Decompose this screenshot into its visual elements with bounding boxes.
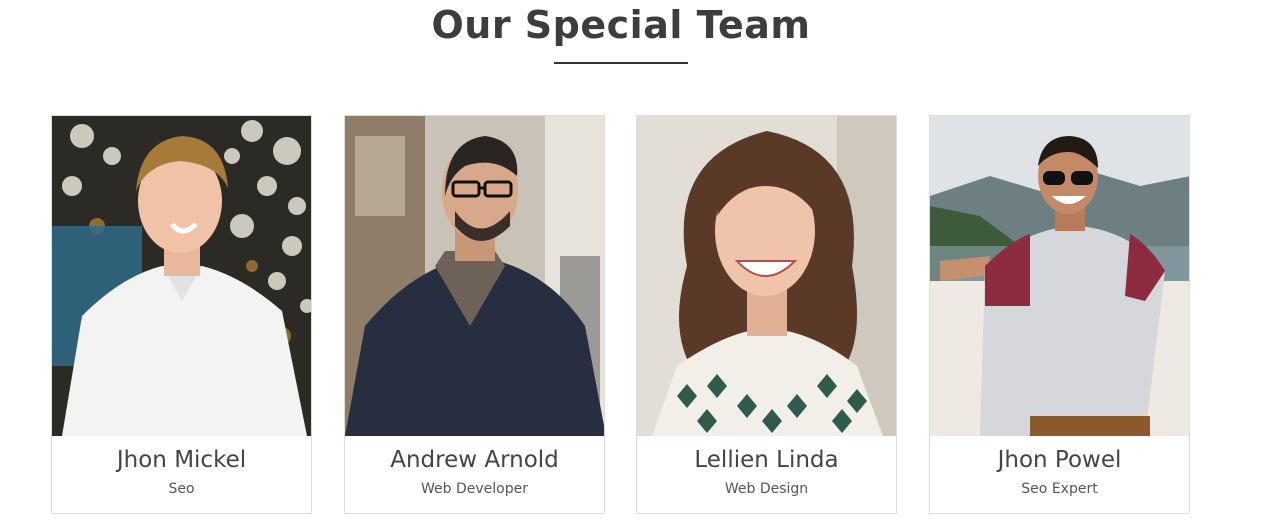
member-photo — [52, 116, 311, 436]
member-role: Web Developer — [421, 481, 528, 497]
team-card[interactable]: Andrew Arnold Web Developer — [344, 115, 605, 514]
team-card[interactable]: Jhon Powel Seo Expert — [929, 115, 1190, 514]
team-card[interactable]: Lellien Linda Web Design — [636, 115, 897, 514]
member-name: Jhon Powel — [997, 447, 1122, 473]
member-role: Seo Expert — [1021, 481, 1098, 497]
member-photo — [637, 116, 896, 436]
member-name: Andrew Arnold — [390, 447, 559, 473]
member-role: Web Design — [724, 481, 809, 497]
member-photo — [345, 116, 604, 436]
member-photo — [930, 116, 1189, 436]
member-role: Seo — [168, 481, 195, 497]
section-title: Our Special Team — [431, 3, 811, 47]
team-card[interactable]: Jhon Mickel Seo — [51, 115, 312, 514]
title-underline — [554, 62, 688, 64]
member-name: Jhon Mickel — [116, 447, 247, 473]
member-name: Lellien Linda — [694, 447, 839, 473]
